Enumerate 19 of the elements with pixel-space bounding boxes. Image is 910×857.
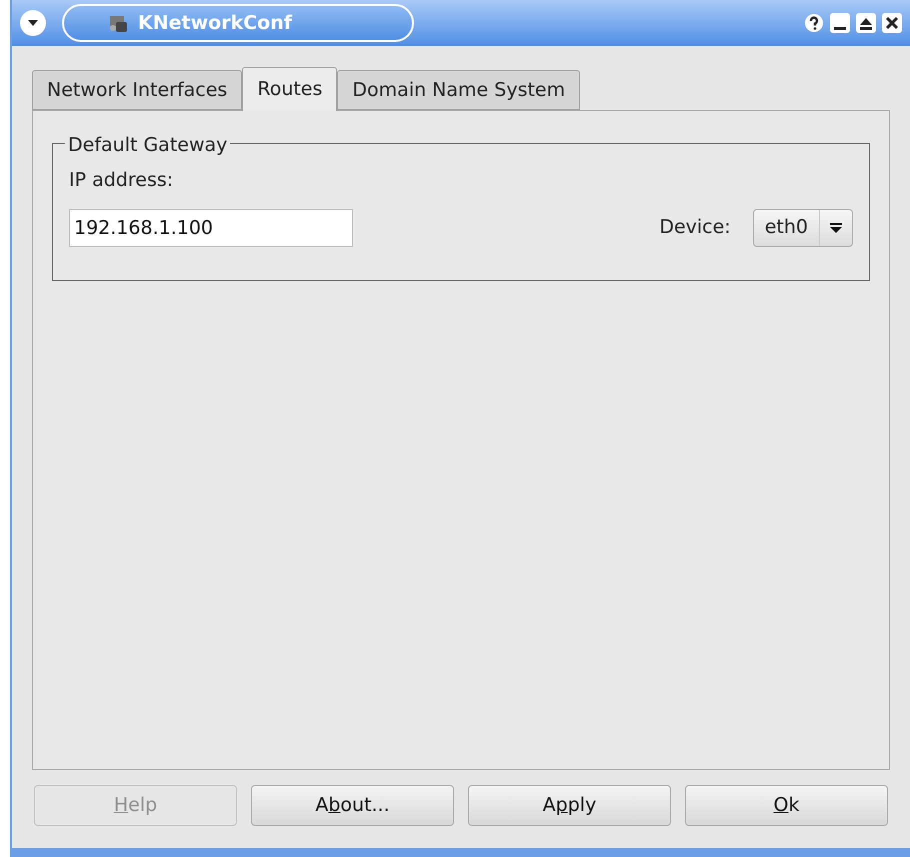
network-icon (108, 13, 130, 33)
minimize-icon[interactable] (830, 13, 850, 33)
tab[interactable]: Routes (242, 67, 338, 111)
maximize-icon[interactable] (856, 13, 876, 33)
window-title: KNetworkConf (138, 10, 292, 36)
caret-icon (27, 19, 39, 27)
close-icon[interactable] (882, 13, 902, 33)
dialog-button[interactable]: Apply (468, 785, 671, 826)
device-dropdown[interactable]: eth0 (752, 208, 853, 246)
field-label: IP address: (69, 168, 174, 193)
caret-icon (829, 222, 843, 234)
field-label: Device: (659, 215, 731, 240)
tab[interactable]: Network Interfaces (32, 70, 242, 110)
ip-address-field[interactable]: 192.168.1.100 (69, 208, 353, 246)
dialog-button[interactable]: Ok (685, 785, 888, 826)
tab[interactable]: Domain Name System (337, 70, 580, 110)
window-menu-button[interactable] (20, 10, 46, 36)
dialog-button[interactable]: About... (251, 785, 454, 826)
help-icon[interactable] (804, 13, 824, 33)
